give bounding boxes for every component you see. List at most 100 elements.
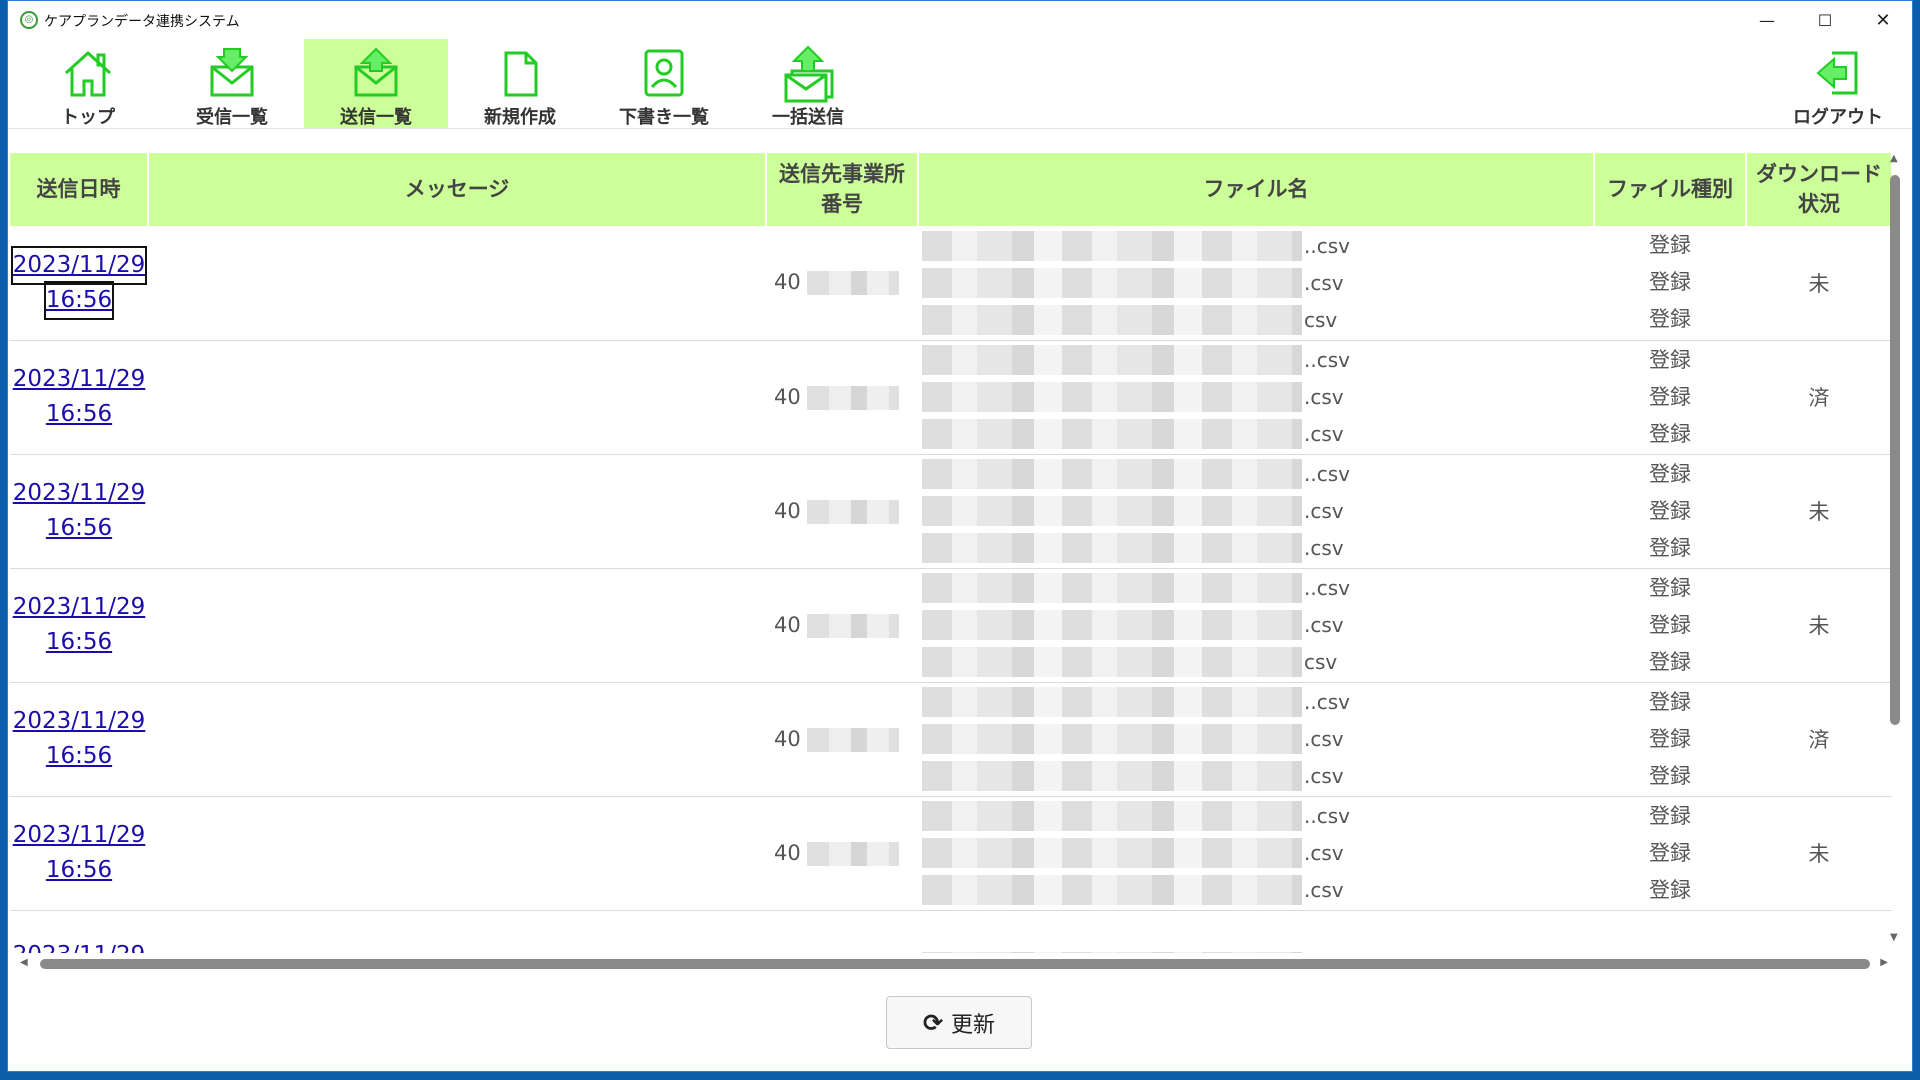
toolbar-inbox-button[interactable]: 受信一覧 — [160, 39, 304, 128]
header-sent-datetime[interactable]: 送信日時 — [10, 153, 149, 226]
sent-date-link[interactable]: 2023/11/29 — [13, 704, 146, 739]
file-extension: csv — [1304, 650, 1338, 674]
redacted-file-name — [922, 952, 1302, 953]
sent-datetime-cell: 2023/11/29 16:56 — [10, 226, 148, 341]
sent-datetime-cell: 2023/11/29 16:56 — [10, 682, 148, 797]
minimize-button[interactable]: — — [1738, 1, 1796, 39]
download-status-cell: 未 — [1746, 454, 1892, 569]
maximize-button[interactable]: ☐ — [1796, 1, 1854, 39]
header-message[interactable]: メッセージ — [148, 153, 767, 226]
bulk-send-icon — [784, 45, 834, 103]
dest-number-prefix: 40 — [774, 840, 801, 865]
dest-number-cell — [766, 910, 918, 953]
dest-number-cell: 40 — [766, 682, 918, 797]
dest-number-cell: 40 — [766, 340, 918, 455]
sent-date-link[interactable]: 2023/11/29 — [13, 590, 146, 625]
refresh-button[interactable]: ⟳ 更新 — [886, 996, 1032, 1049]
redacted-number — [807, 841, 900, 866]
file-type-value: 登録 — [1594, 949, 1746, 954]
download-status-cell — [1746, 910, 1892, 953]
file-name-line: .csv — [922, 493, 1594, 530]
redacted-number — [807, 271, 900, 296]
home-icon — [64, 50, 112, 97]
redacted-number — [807, 727, 900, 752]
redacted-file-name — [922, 304, 1302, 335]
file-type-value: 登録 — [1649, 347, 1691, 372]
scroll-left-arrow-icon[interactable]: ◀ — [20, 957, 28, 968]
sent-date-link[interactable]: 2023/11/29 — [13, 362, 146, 397]
sent-time-link[interactable]: 16:56 — [43, 280, 115, 320]
download-status-cell: 済 — [1746, 340, 1892, 455]
redacted-file-name — [922, 459, 1302, 489]
horizontal-scroll-thumb[interactable] — [40, 959, 1870, 969]
toolbar-top-button[interactable]: トップ — [16, 39, 160, 128]
file-type-value: 登録 — [1649, 421, 1691, 446]
header-file-name[interactable]: ファイル名 — [918, 153, 1595, 226]
sent-time-link[interactable]: 16:56 — [46, 739, 112, 774]
file-extension: ..csv — [1304, 233, 1350, 258]
toolbar-bulk-send-button[interactable]: 一括送信 — [736, 39, 880, 128]
file-extension: .csv — [1304, 841, 1344, 865]
redacted-file-name — [922, 875, 1302, 905]
dest-number-prefix: 40 — [774, 384, 801, 409]
refresh-icon: ⟳ — [922, 1008, 944, 1037]
sent-datetime-cell: 2023/11/29 — [10, 910, 148, 953]
toolbar-drafts-button[interactable]: 下書き一覧 — [592, 39, 736, 128]
redacted-file-name — [922, 724, 1302, 754]
taskbar — [0, 1072, 1920, 1080]
sent-time-link[interactable]: 16:56 — [46, 853, 112, 888]
vertical-scrollbar[interactable]: ▲ ▼ — [1886, 153, 1902, 943]
sent-date-link[interactable]: 2023/11/29 — [13, 938, 146, 954]
sent-date-link[interactable]: 2023/11/29 — [10, 245, 148, 285]
redacted-number — [807, 385, 900, 410]
sent-time-link[interactable]: 16:56 — [46, 397, 112, 432]
file-type-value: 登録 — [1649, 763, 1691, 788]
toolbar-new-label: 新規作成 — [484, 107, 556, 128]
file-type-value: 登録 — [1649, 803, 1691, 828]
file-extension: ..csv — [1304, 462, 1350, 486]
download-status-cell: 未 — [1746, 796, 1892, 911]
header-dest-number[interactable]: 送信先事業所 番号 — [766, 153, 919, 226]
message-cell — [148, 340, 766, 455]
sent-date-link[interactable]: 2023/11/29 — [13, 476, 146, 511]
file-name-line: .csv — [922, 872, 1594, 909]
header-download-status[interactable]: ダウンロード 状況 — [1746, 153, 1892, 226]
table-row: 2023/11/29 16:56 40 ..csv .csv csv 登録 登録… — [10, 226, 1892, 341]
dest-number-cell: 40 — [766, 568, 918, 683]
file-extension: csv — [1304, 307, 1338, 332]
file-type-value: 登録 — [1649, 726, 1691, 751]
file-extension: .csv — [1304, 422, 1344, 446]
horizontal-scrollbar[interactable]: ◀ ▶ — [16, 955, 1892, 973]
download-status-cell: 未 — [1746, 226, 1892, 341]
scroll-up-arrow-icon[interactable]: ▲ — [1890, 153, 1898, 164]
file-extension: .csv — [1304, 385, 1344, 409]
redacted-file-name — [922, 573, 1302, 603]
file-type-value: 登録 — [1649, 689, 1691, 714]
toolbar-logout-label: ログアウト — [1793, 107, 1883, 128]
file-name-line: csv — [922, 301, 1594, 338]
toolbar-logout-button[interactable]: ログアウト — [1766, 39, 1910, 128]
sent-time-link[interactable]: 16:56 — [46, 511, 112, 546]
close-button[interactable]: ✕ — [1854, 1, 1912, 39]
sent-datetime-cell: 2023/11/29 16:56 — [10, 796, 148, 911]
file-type-value: 登録 — [1649, 498, 1691, 523]
sent-time-link[interactable]: 16:56 — [46, 625, 112, 660]
message-cell — [148, 910, 766, 953]
header-dest-number-line1: 送信先事業所 — [779, 162, 905, 187]
redacted-number — [807, 499, 900, 524]
vertical-scroll-thumb[interactable] — [1890, 175, 1900, 725]
message-cell — [148, 682, 766, 797]
sent-datetime-cell: 2023/11/29 16:56 — [10, 454, 148, 569]
file-name-cell: ..csv .csv .csv — [918, 340, 1594, 455]
redacted-file-name — [922, 496, 1302, 526]
sent-list-table-container: 送信日時 メッセージ 送信先事業所 番号 ファイル名 ファイル種別 ダウンロード… — [10, 153, 1892, 953]
scroll-right-arrow-icon[interactable]: ▶ — [1880, 957, 1888, 968]
sent-date-link[interactable]: 2023/11/29 — [13, 818, 146, 853]
redacted-file-name — [922, 230, 1302, 261]
redacted-file-name — [922, 838, 1302, 868]
toolbar-new-button[interactable]: 新規作成 — [448, 39, 592, 128]
file-type-cell: 登録 登録 登録 — [1594, 568, 1746, 683]
header-file-type[interactable]: ファイル種別 — [1594, 153, 1747, 226]
toolbar-outbox-button[interactable]: 送信一覧 — [304, 39, 448, 128]
scroll-down-arrow-icon[interactable]: ▼ — [1890, 932, 1898, 943]
